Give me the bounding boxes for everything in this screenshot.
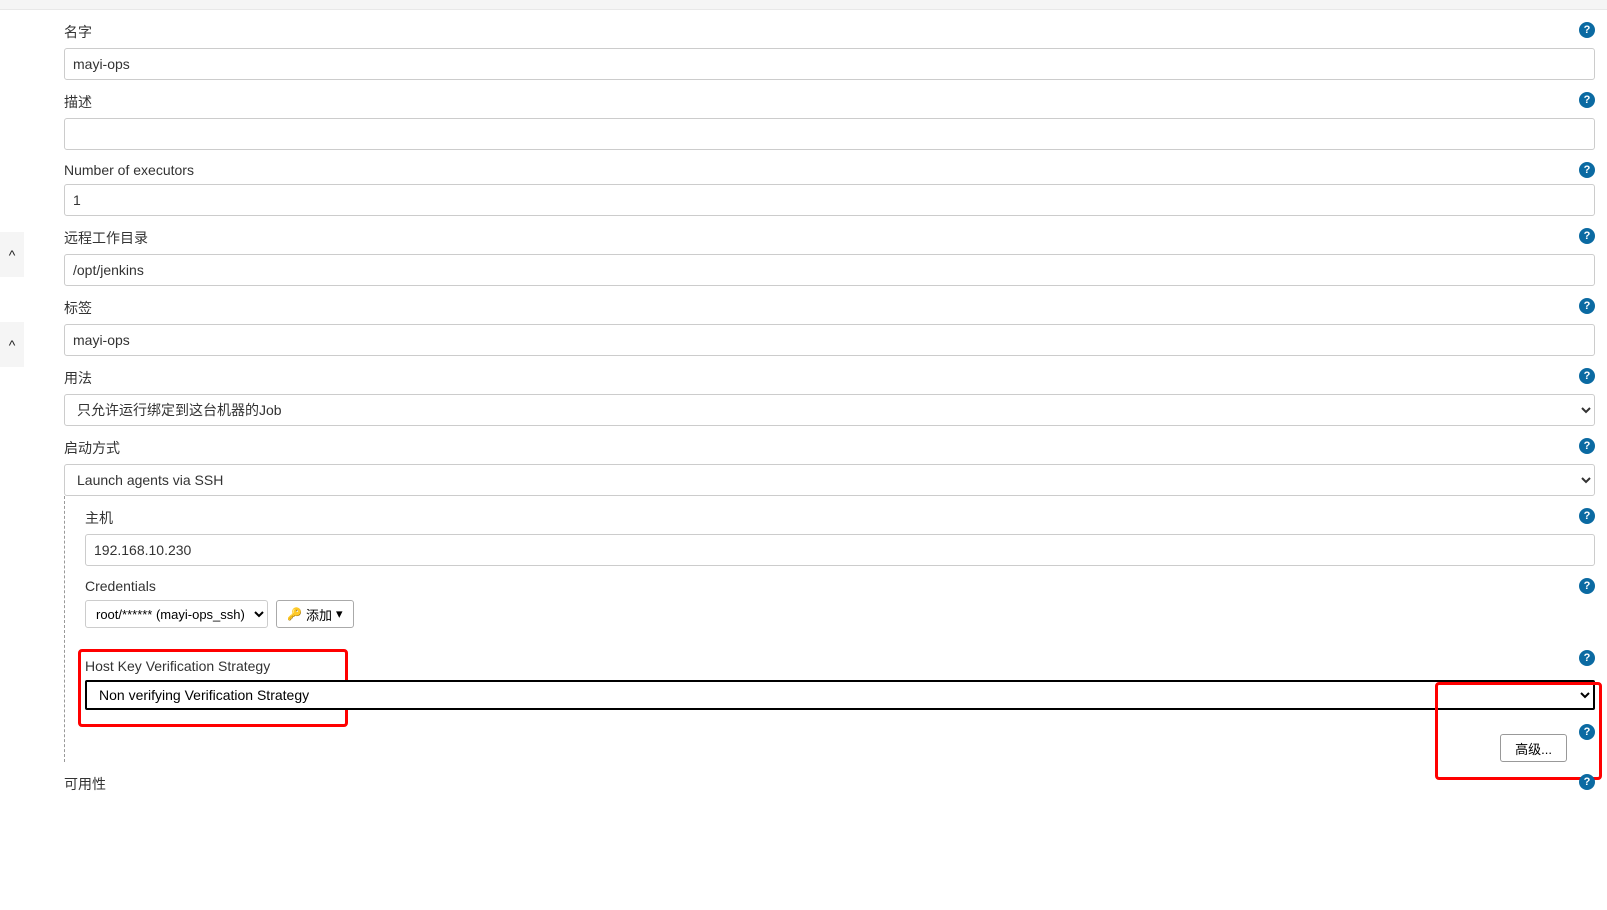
help-icon[interactable]: ? xyxy=(1579,22,1595,38)
advanced-button[interactable]: 高级... xyxy=(1500,734,1567,762)
help-icon[interactable]: ? xyxy=(1579,578,1595,594)
input-description[interactable] xyxy=(64,118,1595,150)
row-availability: 可用性 ? xyxy=(24,762,1595,806)
label-launch: 启动方式 xyxy=(64,438,1595,458)
add-credentials-button[interactable]: 🔑 添加 ▾ xyxy=(276,600,354,628)
help-icon[interactable]: ? xyxy=(1579,774,1595,790)
add-label: 添加 xyxy=(306,605,332,624)
label-hkv: Host Key Verification Strategy xyxy=(85,658,1595,674)
row-hkv: ? Host Key Verification Strategy Non ver… xyxy=(85,646,1595,710)
help-icon[interactable]: ? xyxy=(1579,162,1595,178)
launch-ssh-nested: 主机 ? Credentials ? root/****** (mayi-ops… xyxy=(64,496,1595,762)
top-bar xyxy=(0,0,1607,10)
left-stub: ^ ^ xyxy=(0,10,24,806)
key-icon: 🔑 xyxy=(287,607,302,621)
select-launch[interactable]: Launch agents via SSH xyxy=(64,464,1595,496)
help-icon[interactable]: ? xyxy=(1579,508,1595,524)
row-launch: 启动方式 ? Launch agents via SSH xyxy=(24,426,1595,496)
label-remote-dir: 远程工作目录 xyxy=(64,228,1595,248)
main-form: 名字 ? 描述 ? Number of executors ? 远程工作目录 ?… xyxy=(24,10,1607,806)
help-icon[interactable]: ? xyxy=(1579,298,1595,314)
help-icon[interactable]: ? xyxy=(1579,438,1595,454)
select-credentials[interactable]: root/****** (mayi-ops_ssh) xyxy=(85,600,268,628)
input-tags[interactable] xyxy=(64,324,1595,356)
row-executors: Number of executors ? xyxy=(24,150,1595,216)
row-name: 名字 ? xyxy=(24,10,1595,80)
row-advanced: ? 高级... xyxy=(85,722,1595,762)
label-availability: 可用性 xyxy=(64,774,1595,794)
select-usage[interactable]: 只允许运行绑定到这台机器的Job xyxy=(64,394,1595,426)
help-icon[interactable]: ? xyxy=(1579,228,1595,244)
caret-down-icon: ▾ xyxy=(336,606,343,622)
input-executors[interactable] xyxy=(64,184,1595,216)
label-credentials: Credentials xyxy=(85,578,1595,594)
row-host: 主机 ? xyxy=(85,496,1595,566)
label-name: 名字 xyxy=(64,22,1595,42)
row-credentials: Credentials ? root/****** (mayi-ops_ssh)… xyxy=(85,566,1595,628)
collapse-chevron-2[interactable]: ^ xyxy=(0,322,24,367)
label-usage: 用法 xyxy=(64,368,1595,388)
help-icon[interactable]: ? xyxy=(1579,724,1595,740)
collapse-chevron-1[interactable]: ^ xyxy=(0,232,24,277)
help-icon[interactable]: ? xyxy=(1579,368,1595,384)
help-icon[interactable]: ? xyxy=(1579,92,1595,108)
label-tags: 标签 xyxy=(64,298,1595,318)
label-host: 主机 xyxy=(85,508,1595,528)
input-name[interactable] xyxy=(64,48,1595,80)
row-usage: 用法 ? 只允许运行绑定到这台机器的Job xyxy=(24,356,1595,426)
row-tags: 标签 ? xyxy=(24,286,1595,356)
input-remote-dir[interactable] xyxy=(64,254,1595,286)
form-container: ^ ^ 名字 ? 描述 ? Number of executors ? 远程工作… xyxy=(0,10,1607,806)
row-remote-dir: 远程工作目录 ? xyxy=(24,216,1595,286)
input-host[interactable] xyxy=(85,534,1595,566)
select-hkv[interactable]: Non verifying Verification Strategy xyxy=(85,680,1595,710)
label-description: 描述 xyxy=(64,92,1595,112)
row-description: 描述 ? xyxy=(24,80,1595,150)
label-executors: Number of executors xyxy=(64,162,1595,178)
